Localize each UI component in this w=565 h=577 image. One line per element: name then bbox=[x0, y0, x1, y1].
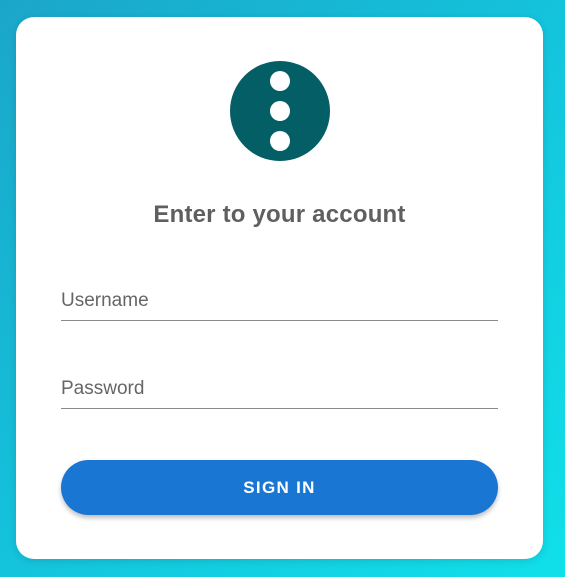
logo-dot bbox=[270, 131, 290, 151]
sign-in-button[interactable]: SIGN IN bbox=[61, 460, 498, 515]
logo-dot bbox=[270, 101, 290, 121]
page-title: Enter to your account bbox=[153, 201, 406, 228]
login-card: Enter to your account SIGN IN bbox=[16, 17, 543, 559]
password-input[interactable] bbox=[61, 372, 498, 406]
username-input[interactable] bbox=[61, 284, 498, 318]
username-field-container bbox=[61, 284, 498, 321]
logo-dot bbox=[270, 71, 290, 91]
more-vert-icon bbox=[230, 61, 330, 161]
password-field-container bbox=[61, 372, 498, 409]
